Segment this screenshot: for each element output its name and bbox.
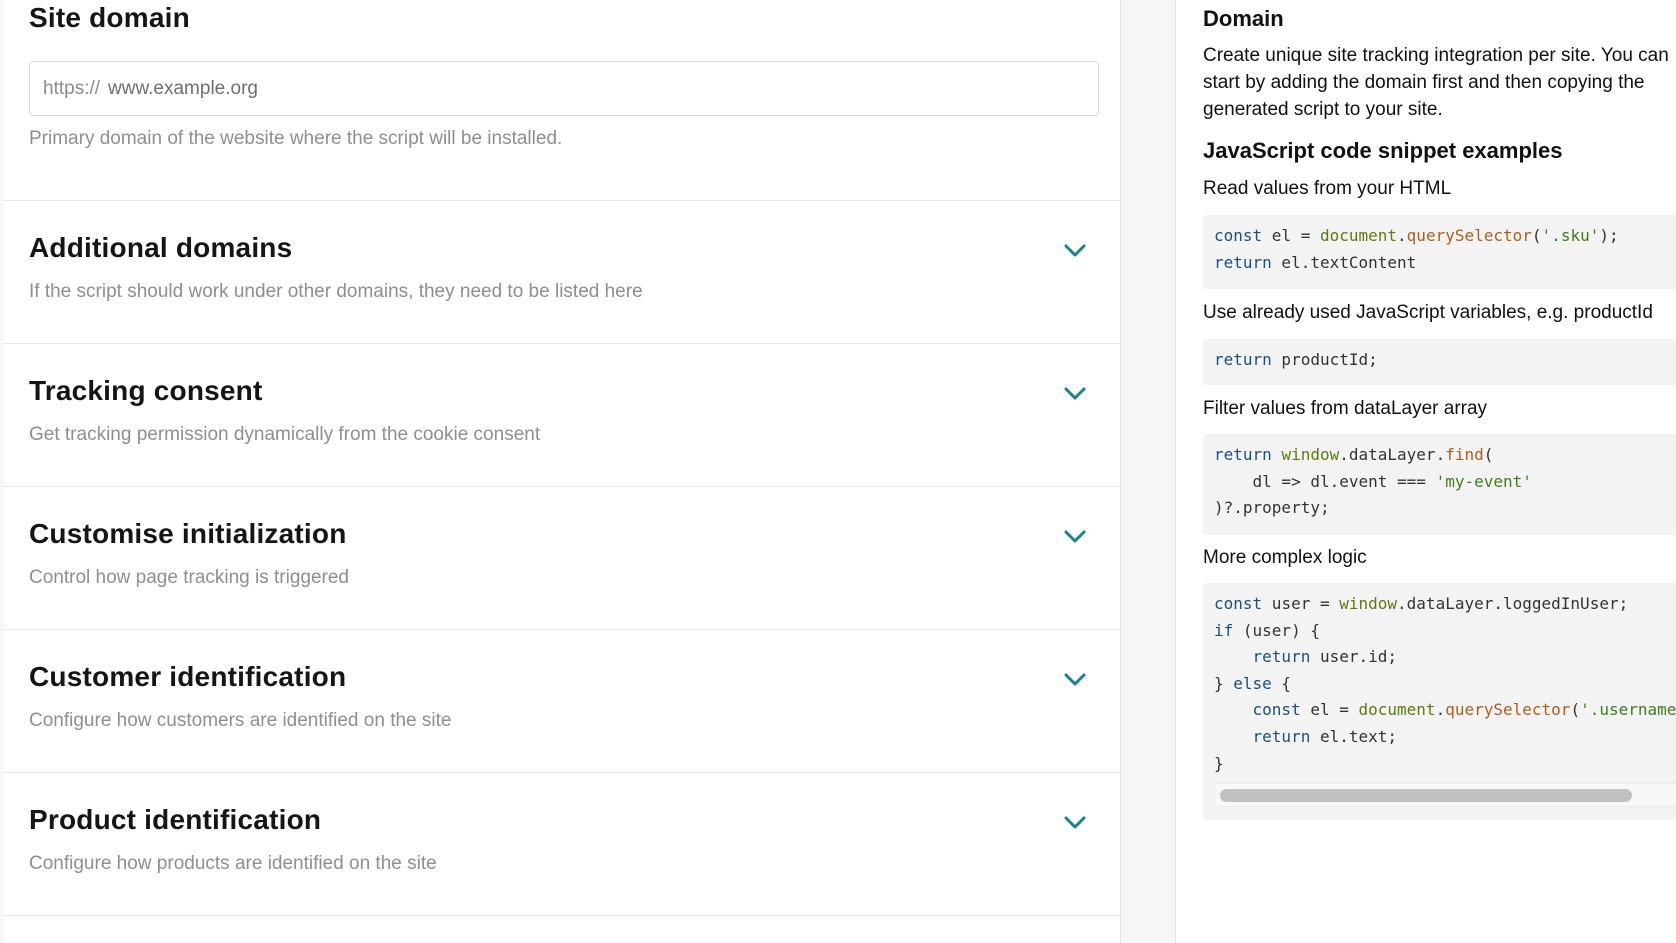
- help-heading: Domain: [1203, 6, 1284, 31]
- site-domain-title: Site domain: [29, 2, 190, 33]
- settings-form: Site domain https:// Primary domain of t…: [4, 0, 1121, 943]
- section-customer-identification[interactable]: Customer identification Configure how cu…: [4, 630, 1120, 773]
- example-label: Filter values from dataLayer array: [1203, 398, 1488, 419]
- scrollbar-thumb[interactable]: [1220, 789, 1632, 802]
- panel-gutter: [1121, 0, 1175, 943]
- code-snippet-complex-logic: const user = window.dataLayer.loggedInUs…: [1203, 583, 1676, 820]
- section-title: Additional domains: [29, 232, 293, 263]
- chevron-down-icon[interactable]: [1060, 668, 1090, 690]
- section-title: Tracking consent: [29, 375, 263, 406]
- example-label: Read values from your HTML: [1203, 178, 1452, 199]
- chevron-down-icon[interactable]: [1060, 811, 1090, 833]
- code-horizontal-scrollbar[interactable]: [1214, 783, 1676, 807]
- section-additional-domains[interactable]: Additional domains If the script should …: [4, 201, 1120, 344]
- section-title: Customise initialization: [29, 518, 347, 549]
- chevron-down-icon[interactable]: [1060, 525, 1090, 547]
- section-description: Configure how products are identified on…: [29, 853, 437, 874]
- code-snippet-read-html: const el = document.querySelector('.sku'…: [1203, 215, 1676, 289]
- section-title: Product identification: [29, 804, 322, 835]
- section-product-identification[interactable]: Product identification Configure how pro…: [4, 773, 1120, 916]
- site-domain-input[interactable]: [108, 77, 1009, 100]
- code-snippet-datalayer: return window.dataLayer.find( dl => dl.e…: [1203, 434, 1676, 535]
- section-customise-initialization[interactable]: Customise initialization Control how pag…: [4, 487, 1120, 630]
- examples-heading: JavaScript code snippet examples: [1203, 138, 1563, 163]
- code-snippet-js-variables: return productId;: [1203, 339, 1676, 385]
- url-prefix: https://: [43, 77, 101, 99]
- section-description: Configure how customers are identified o…: [29, 710, 452, 731]
- example-label: More complex logic: [1203, 547, 1367, 568]
- example-label: Use already used JavaScript variables, e…: [1203, 302, 1653, 323]
- section-description: If the script should work under other do…: [29, 281, 643, 302]
- section-description: Control how page tracking is triggered: [29, 567, 350, 588]
- site-domain-section: Site domain https:// Primary domain of t…: [4, 0, 1120, 201]
- site-domain-input-wrapper[interactable]: https://: [29, 61, 1099, 116]
- help-intro: Create unique site tracking integration …: [1203, 45, 1669, 120]
- section-description: Get tracking permission dynamically from…: [29, 424, 541, 445]
- section-title: Customer identification: [29, 661, 347, 692]
- chevron-down-icon[interactable]: [1060, 239, 1090, 261]
- section-tracking-consent[interactable]: Tracking consent Get tracking permission…: [4, 344, 1120, 487]
- help-panel: Domain Create unique site tracking integ…: [1175, 0, 1676, 943]
- chevron-down-icon[interactable]: [1060, 382, 1090, 404]
- site-domain-help: Primary domain of the website where the …: [29, 128, 563, 149]
